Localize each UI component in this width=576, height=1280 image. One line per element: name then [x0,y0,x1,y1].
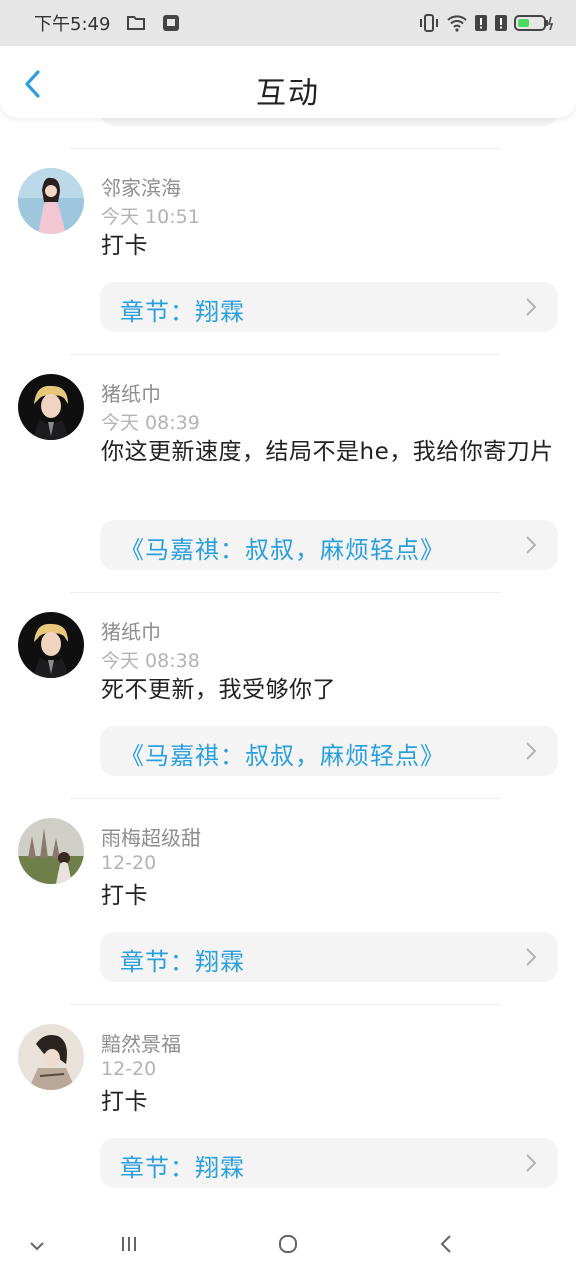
username[interactable]: 邻家滨海 [101,172,181,201]
avatar[interactable] [18,612,84,678]
timestamp: 12-20 [101,852,157,874]
username[interactable]: 黯然景福 [101,1028,181,1057]
avatar[interactable] [18,818,84,884]
username[interactable]: 猪纸巾 [101,616,161,645]
status-time: 下午5:49 [34,14,111,35]
chapter-link-card[interactable]: 章节：翔霖 [100,1138,558,1188]
page-title: 互动 [256,76,320,111]
recent-apps-button[interactable] [114,1232,144,1260]
divider [70,1004,500,1005]
chapter-title: 《马嘉祺：叔叔，麻烦轻点》 [120,536,445,564]
divider [70,148,500,149]
timestamp: 今天 10:51 [101,206,200,228]
home-icon [278,1234,298,1258]
chevron-right-icon [524,297,538,317]
previous-chapter-card[interactable] [100,118,558,126]
timestamp: 今天 08:39 [101,412,200,434]
comment-text: 打卡 [101,1089,148,1115]
chapter-title: 章节：翔霖 [120,298,245,326]
wifi-icon [446,14,468,32]
interaction-feed[interactable]: 邻家滨海 今天 10:51 打卡 章节：翔霖 猪纸巾 今天 08:39 你这更新… [0,118,576,1212]
chevron-right-icon [524,741,538,761]
username[interactable]: 猪纸巾 [101,378,161,407]
chapter-title: 章节：翔霖 [120,1154,245,1182]
header: 互动 [0,46,576,118]
nav-back-button[interactable] [431,1232,461,1260]
chapter-title: 《马嘉祺：叔叔，麻烦轻点》 [120,742,445,770]
comment-text: 你这更新速度，结局不是he，我给你寄刀片 [101,439,554,465]
timestamp: 今天 08:38 [101,650,200,672]
chapter-title: 章节：翔霖 [120,948,245,976]
chevron-right-icon [524,535,538,555]
comment-text: 打卡 [101,233,148,259]
avatar[interactable] [18,168,84,234]
divider [70,354,500,355]
avatar[interactable] [18,374,84,440]
signal-alert-icon [494,14,508,32]
divider [70,798,500,799]
vibrate-icon [418,13,440,33]
divider [70,592,500,593]
back-icon [439,1234,453,1258]
folder-icon [126,14,146,32]
avatar[interactable] [18,1024,84,1090]
recent-apps-icon [119,1235,139,1257]
comment-text: 打卡 [101,883,148,909]
sim-card-icon [162,14,180,32]
chevron-right-icon [524,947,538,967]
chapter-link-card[interactable]: 《马嘉祺：叔叔，麻烦轻点》 [100,726,558,776]
username[interactable]: 雨梅超级甜 [101,822,201,851]
system-nav-bar [0,1212,576,1280]
status-bar: 下午5:49 [0,0,576,46]
timestamp: 12-20 [101,1058,157,1080]
comment-text: 死不更新，我受够你了 [101,677,336,703]
chapter-link-card[interactable]: 《马嘉祺：叔叔，麻烦轻点》 [100,520,558,570]
chapter-link-card[interactable]: 章节：翔霖 [100,282,558,332]
home-button[interactable] [273,1232,303,1260]
battery-charging-icon [514,14,554,32]
chevron-down-icon [28,1237,46,1256]
chapter-link-card[interactable]: 章节：翔霖 [100,932,558,982]
chevron-right-icon [524,1153,538,1173]
hide-nav-button[interactable] [22,1232,52,1260]
signal-alert-icon [474,14,488,32]
